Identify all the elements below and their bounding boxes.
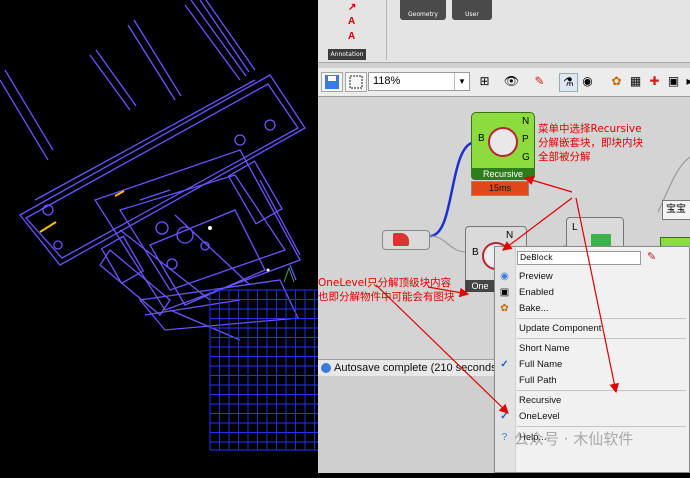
chevron-down-icon: ▼: [454, 73, 469, 90]
menu-item-bake[interactable]: Bake...: [519, 301, 549, 316]
zoom-select[interactable]: 118% ▼: [368, 72, 470, 91]
pin-icon[interactable]: ✚: [646, 73, 663, 90]
cad-drawing: [0, 0, 363, 451]
zoom-value: 118%: [373, 75, 401, 87]
onelevel-annotation-text: OneLevel只分解顶级块内容 也即分解物件中可能会有图块: [318, 277, 455, 303]
menu-separator: [517, 426, 686, 427]
annotation-panel: ↗ A A Annotation: [320, 0, 387, 60]
recursive-component[interactable]: B N P G: [471, 112, 535, 172]
open-button[interactable]: [345, 72, 367, 92]
menu-separator: [517, 318, 686, 319]
onelevel-output-n: N: [506, 230, 514, 241]
param-icon: [393, 233, 409, 246]
menu-item-full-path[interactable]: Full Path: [519, 373, 557, 388]
status-text: Autosave complete (210 seconds ago: [334, 362, 519, 374]
canvas-toolbar: 118% ▼ ⊞ 👁 ✎ ⚗ ◉ ✿ ▦ ✚ ▣ ▸: [318, 68, 690, 97]
list-item-icon: [591, 234, 611, 246]
user-tab[interactable]: User: [452, 0, 492, 20]
fit-view-icon: [349, 75, 363, 89]
menu-item-short-name[interactable]: Short Name: [519, 341, 570, 356]
menu-item-update-component[interactable]: Update Component: [519, 321, 601, 336]
overflow-icon[interactable]: ▸: [681, 73, 690, 90]
bake-icon[interactable]: ▦: [627, 73, 644, 90]
cluster-icon[interactable]: ▣: [665, 73, 682, 90]
menu-item-full-name[interactable]: Full Name: [519, 357, 562, 372]
preview-icon[interactable]: ◉: [579, 73, 596, 90]
recursive-input-b: B: [478, 133, 485, 144]
component-name-field[interactable]: DeBlock: [517, 251, 641, 265]
annotation-text-icon[interactable]: A: [348, 16, 368, 30]
bake-icon: ✿: [500, 303, 509, 314]
recursive-output-g: G: [522, 152, 530, 163]
annotation-arrow-icon[interactable]: ↗: [348, 2, 368, 16]
far-right-panel[interactable]: 宝宝: [662, 200, 690, 220]
onelevel-annotation: OneLevel只分解顶级块内容 也即分解物件中可能会有图块: [318, 262, 478, 304]
menu-separator: [517, 338, 686, 339]
menu-item-recursive[interactable]: Recursive: [519, 393, 561, 408]
recursive-annotation-text: 菜单中选择Recursive分解嵌套块，即块内块全部被分解: [538, 123, 643, 163]
recursive-output-p: P: [522, 134, 529, 145]
list-input-l: L: [572, 222, 578, 233]
onelevel-input-b: B: [472, 247, 479, 258]
menu-item-enabled[interactable]: Enabled: [519, 285, 554, 300]
geometry-tab-label: Geometry: [408, 11, 438, 18]
rename-icon[interactable]: ✎: [647, 250, 656, 263]
zoom-extents-icon[interactable]: ⊞: [476, 73, 493, 90]
help-icon: ?: [501, 432, 508, 443]
annotation-dot-icon[interactable]: A: [348, 31, 368, 45]
menu-item-preview[interactable]: Preview: [519, 269, 553, 284]
geometry-tab[interactable]: Geometry: [400, 0, 446, 20]
enabled-icon: ▣: [499, 287, 510, 298]
save-button[interactable]: [321, 72, 343, 92]
deblock-icon: [488, 127, 518, 157]
recursive-output-n: N: [522, 116, 530, 127]
save-icon: [325, 75, 339, 89]
wire-display-icon[interactable]: ⚗: [559, 73, 578, 92]
component-ribbon: ↗ A A Annotation Geometry User: [318, 0, 690, 63]
eye-icon[interactable]: 👁: [503, 73, 520, 90]
source-param-component[interactable]: [382, 230, 430, 250]
annotation-panel-label: Annotation: [328, 49, 366, 60]
menu-item-onelevel[interactable]: OneLevel: [519, 409, 560, 424]
checkmark-icon: ✓: [500, 411, 509, 422]
recursive-annotation: 菜单中选择Recursive分解嵌套块，即块内块全部被分解: [538, 122, 650, 164]
menu-separator: [517, 390, 686, 391]
cad-viewport[interactable]: [0, 0, 363, 473]
recursive-time-bar: 15ms: [471, 181, 529, 196]
pen-icon[interactable]: ✎: [531, 73, 548, 90]
status-icon: [321, 363, 331, 373]
recursive-nickname: Recursive: [471, 168, 535, 180]
preview-icon: ◉: [500, 271, 509, 282]
user-tab-label: User: [465, 11, 479, 18]
checkmark-icon: ✓: [500, 359, 509, 370]
watermark: 公众号 · 木仙软件: [514, 430, 634, 448]
component-icon[interactable]: ✿: [608, 73, 625, 90]
far-right-label: 宝宝: [666, 204, 686, 215]
